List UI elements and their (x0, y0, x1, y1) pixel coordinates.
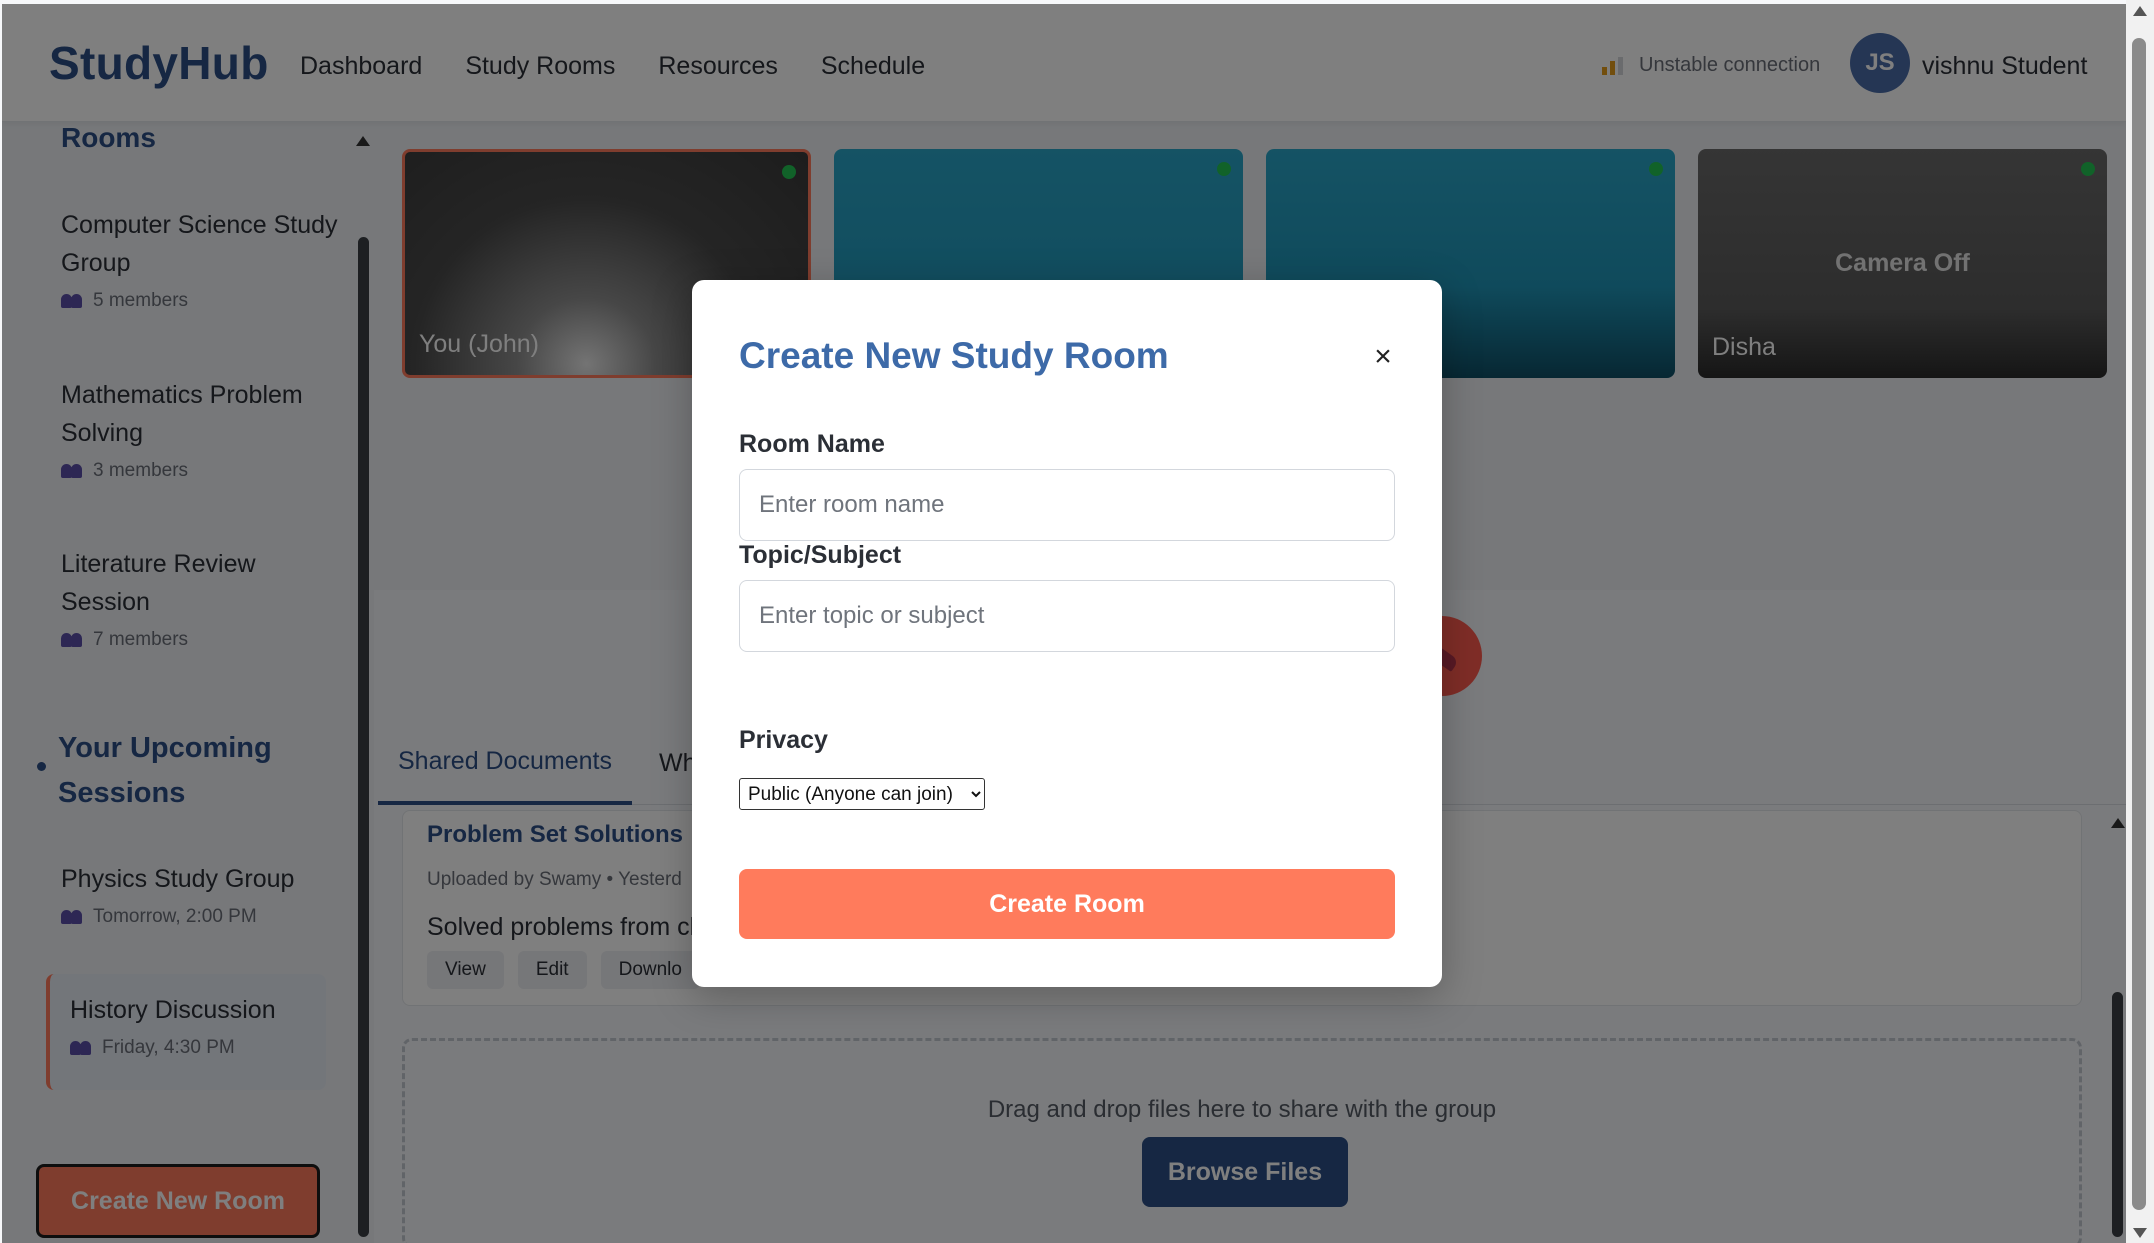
privacy-label: Privacy (739, 726, 828, 754)
privacy-select[interactable]: Public (Anyone can join) (739, 778, 985, 810)
room-name-label: Room Name (739, 430, 885, 458)
scrollbar-thumb[interactable] (2132, 38, 2146, 1210)
page-scrollbar[interactable] (2126, 0, 2154, 1243)
close-icon[interactable]: × (1368, 342, 1398, 372)
scroll-up-icon[interactable] (2133, 6, 2147, 16)
modal-title: Create New Study Room (739, 335, 1169, 376)
app-page: StudyHub Dashboard Study Rooms Resources… (2, 4, 2126, 1243)
create-room-modal: Create New Study Room × Room Name Topic/… (692, 280, 1442, 987)
topic-label: Topic/Subject (739, 541, 902, 569)
scroll-down-icon[interactable] (2133, 1228, 2147, 1238)
create-room-button[interactable]: Create Room (739, 869, 1395, 939)
room-name-input[interactable] (739, 469, 1395, 541)
topic-input[interactable] (739, 580, 1395, 652)
